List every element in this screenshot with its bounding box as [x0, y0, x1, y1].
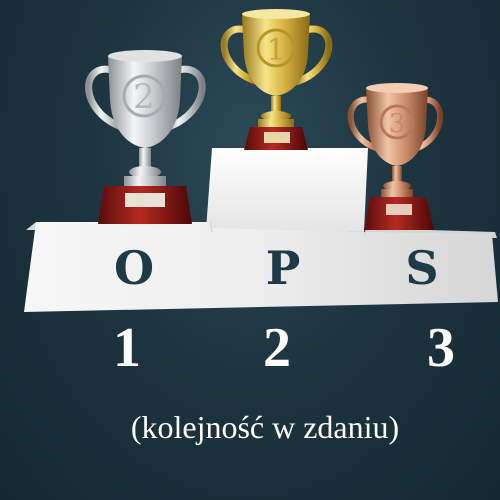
svg-text:3: 3 [389, 109, 406, 139]
svg-text:1: 1 [266, 33, 285, 68]
rank-number-1: 1 [113, 317, 141, 379]
podium-letter-o: O [113, 241, 155, 295]
rank-number-3: 3 [427, 317, 455, 379]
caption-text: (kolejność w zdaniu) [130, 409, 400, 445]
podium-letter-s: S [405, 241, 439, 295]
podium-center-block [206, 148, 368, 232]
trophy-silver: 2 [85, 50, 206, 224]
trophy-gold: 1 [220, 9, 333, 150]
trophy-podium-image: 2 1 3 O P S 1 2 3 (kolejność w zdaniu) [0, 0, 500, 500]
podium-letter-p: P [265, 241, 301, 295]
svg-text:2: 2 [133, 77, 155, 117]
rank-number-2: 2 [263, 317, 291, 379]
